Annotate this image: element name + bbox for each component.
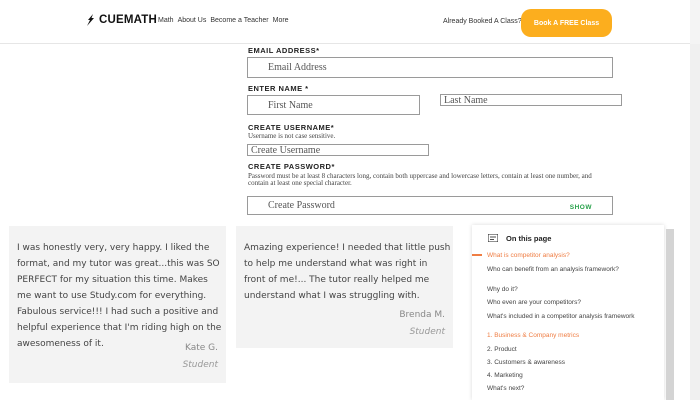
testimonial-card: Amazing experience! I needed that little… bbox=[236, 226, 453, 348]
cuemath-logo[interactable]: CUEMATH bbox=[86, 14, 157, 26]
toc-item[interactable]: What's included in a competitor analysis… bbox=[487, 313, 657, 321]
testimonial-role: Student bbox=[409, 327, 445, 337]
site-header: CUEMATH Math About Us Become a Teacher M… bbox=[0, 0, 700, 44]
nav-item-teacher[interactable]: Become a Teacher bbox=[210, 17, 268, 24]
toc-active-indicator bbox=[472, 254, 482, 256]
toc-title: On this page bbox=[506, 234, 552, 243]
testimonial-quote: I was honestly very, very happy. I liked… bbox=[17, 243, 222, 349]
list-icon bbox=[488, 234, 498, 242]
nav-item-more[interactable]: More bbox=[273, 17, 289, 24]
email-field[interactable]: Email Address bbox=[247, 57, 613, 78]
toc-item[interactable]: What's next? bbox=[487, 385, 657, 393]
toc-item[interactable]: Why do it? bbox=[487, 286, 657, 294]
toc-item[interactable]: 4. Marketing bbox=[487, 372, 657, 380]
toc-item[interactable]: Who even are your competitors? bbox=[487, 299, 657, 307]
testimonial-card: I was honestly very, very happy. I liked… bbox=[9, 226, 226, 383]
rocket-icon bbox=[87, 14, 94, 26]
testimonial-author: Kate G. bbox=[184, 343, 218, 353]
logo-text: CUEMATH bbox=[99, 14, 158, 26]
password-label: CREATE PASSWORD* bbox=[248, 162, 335, 171]
main-nav: Math About Us Become a Teacher More bbox=[158, 17, 289, 24]
last-name-field[interactable]: Last Name bbox=[440, 94, 622, 106]
testimonial-role: Student bbox=[182, 360, 218, 370]
testimonial-author: Brenda M. bbox=[399, 310, 445, 320]
nav-item-about[interactable]: About Us bbox=[178, 17, 207, 24]
toc-item[interactable]: Who can benefit from an analysis framewo… bbox=[487, 266, 657, 274]
toc-item[interactable]: 1. Business & Company metrics bbox=[487, 332, 657, 340]
name-label: ENTER NAME * bbox=[248, 84, 309, 93]
page-scrollbar-track[interactable] bbox=[690, 44, 700, 400]
password-hint: Password must be at least 8 characters l… bbox=[248, 172, 592, 187]
nav-item-math[interactable]: Math bbox=[158, 17, 174, 24]
username-field[interactable]: Create Username bbox=[247, 144, 429, 156]
table-of-contents: On this page What is competitor analysis… bbox=[472, 225, 664, 400]
header-scrollbar-track bbox=[690, 0, 700, 44]
password-field[interactable]: Create Password SHOW bbox=[247, 196, 613, 215]
email-label: EMAIL ADDRESS* bbox=[248, 46, 320, 55]
show-password-toggle[interactable]: SHOW bbox=[570, 204, 592, 211]
toc-item[interactable]: 3. Customers & awareness bbox=[487, 359, 657, 367]
toc-scrollbar[interactable] bbox=[666, 229, 674, 400]
password-placeholder: Create Password bbox=[268, 200, 335, 211]
first-name-field[interactable]: First Name bbox=[247, 95, 420, 115]
testimonial-quote: Amazing experience! I needed that little… bbox=[244, 243, 451, 301]
username-hint: Username is not case sensitive. bbox=[248, 132, 336, 140]
toc-item[interactable]: What is competitor analysis? bbox=[487, 252, 657, 260]
toc-item[interactable]: 2. Product bbox=[487, 346, 657, 354]
book-free-class-button[interactable]: Book A FREE Class bbox=[521, 9, 612, 37]
already-booked-link[interactable]: Already Booked A Class? bbox=[443, 18, 522, 25]
username-label: CREATE USERNAME* bbox=[248, 123, 335, 132]
